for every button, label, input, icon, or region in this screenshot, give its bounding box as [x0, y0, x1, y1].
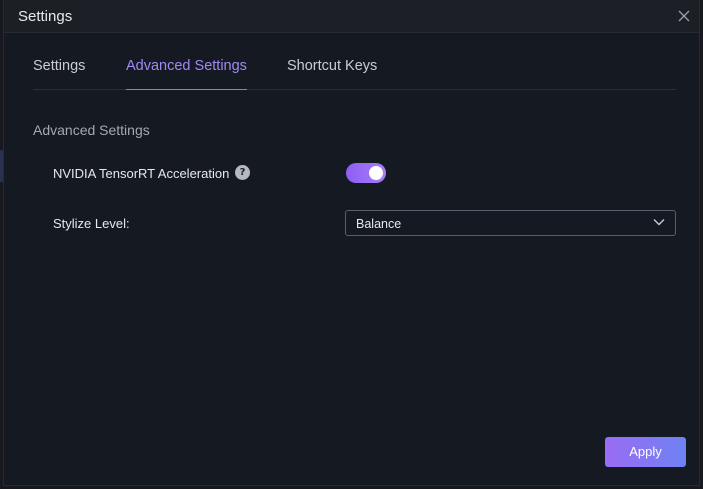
tensorrt-toggle[interactable]: [346, 163, 386, 183]
section-title: Advanced Settings: [33, 122, 150, 138]
active-tab-indicator: [126, 89, 247, 90]
stylize-level-value: Balance: [356, 217, 402, 231]
tab-advanced-settings[interactable]: Advanced Settings: [126, 58, 247, 90]
tensorrt-label: NVIDIA TensorRT Acceleration: [53, 166, 230, 181]
settings-dialog: Settings Settings Advanced Settings Shor…: [3, 0, 700, 486]
dialog-titlebar: Settings: [4, 0, 699, 33]
close-button[interactable]: [673, 5, 695, 27]
dialog-title: Settings: [18, 8, 73, 25]
stylize-level-label: Stylize Level:: [53, 216, 130, 231]
close-icon: [678, 10, 690, 22]
tab-settings[interactable]: Settings: [33, 58, 85, 74]
toggle-knob: [369, 166, 383, 180]
tab-shortcut-keys[interactable]: Shortcut Keys: [287, 58, 377, 74]
chevron-down-icon: [653, 218, 665, 226]
tab-advanced-settings-label: Advanced Settings: [126, 58, 247, 74]
stylize-level-select[interactable]: Balance: [345, 210, 676, 236]
question-mark-icon[interactable]: ?: [235, 165, 250, 180]
apply-button[interactable]: Apply: [605, 437, 686, 467]
settings-tabs: Settings Advanced Settings Shortcut Keys: [33, 33, 676, 90]
